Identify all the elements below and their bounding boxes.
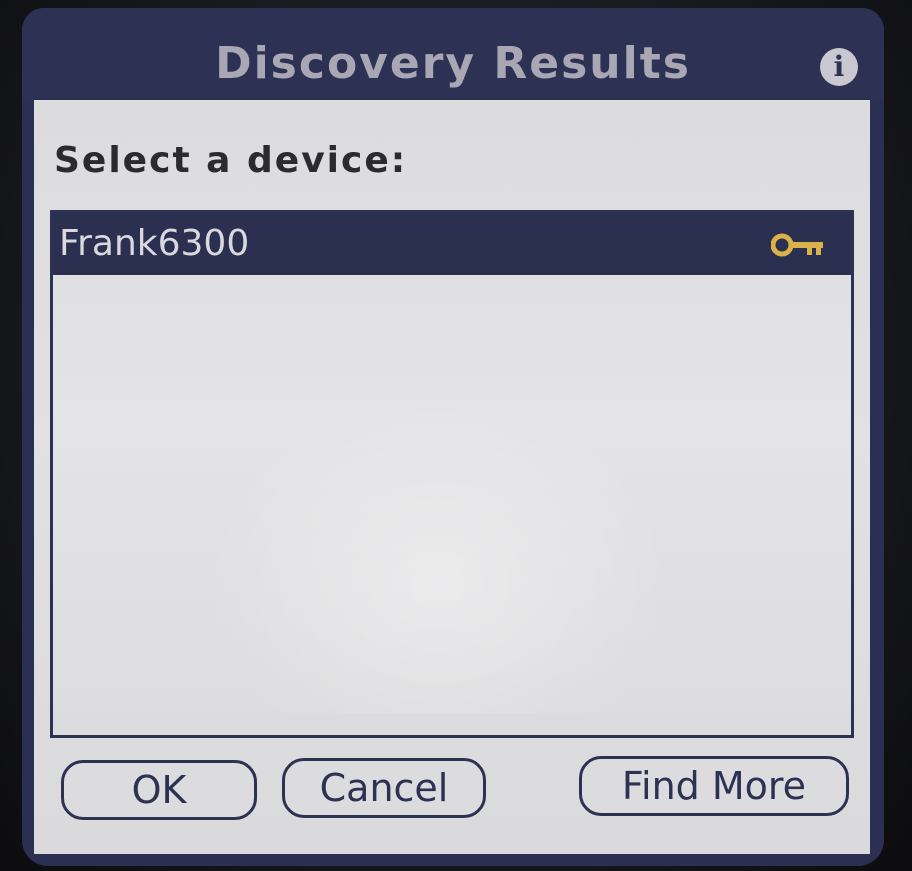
screen: Discovery Results i Select a device: Fra… <box>22 8 884 866</box>
device-list[interactable]: Frank6300 <box>50 210 854 738</box>
form-body: Select a device: Frank6300 OK Cancel Fin… <box>34 100 870 854</box>
list-item[interactable]: Frank6300 <box>53 213 851 275</box>
info-icon[interactable]: i <box>820 48 858 86</box>
find-more-button[interactable]: Find More <box>579 756 849 816</box>
device-bezel: Discovery Results i Select a device: Fra… <box>0 0 912 871</box>
title-bar: Discovery Results i <box>22 8 884 100</box>
select-device-label: Select a device: <box>54 140 408 181</box>
window-title: Discovery Results <box>215 38 691 89</box>
list-item-label: Frank6300 <box>59 223 250 264</box>
screen-glare <box>203 393 673 713</box>
ok-button[interactable]: OK <box>61 760 257 820</box>
key-icon <box>771 233 823 257</box>
cancel-button[interactable]: Cancel <box>282 758 486 818</box>
